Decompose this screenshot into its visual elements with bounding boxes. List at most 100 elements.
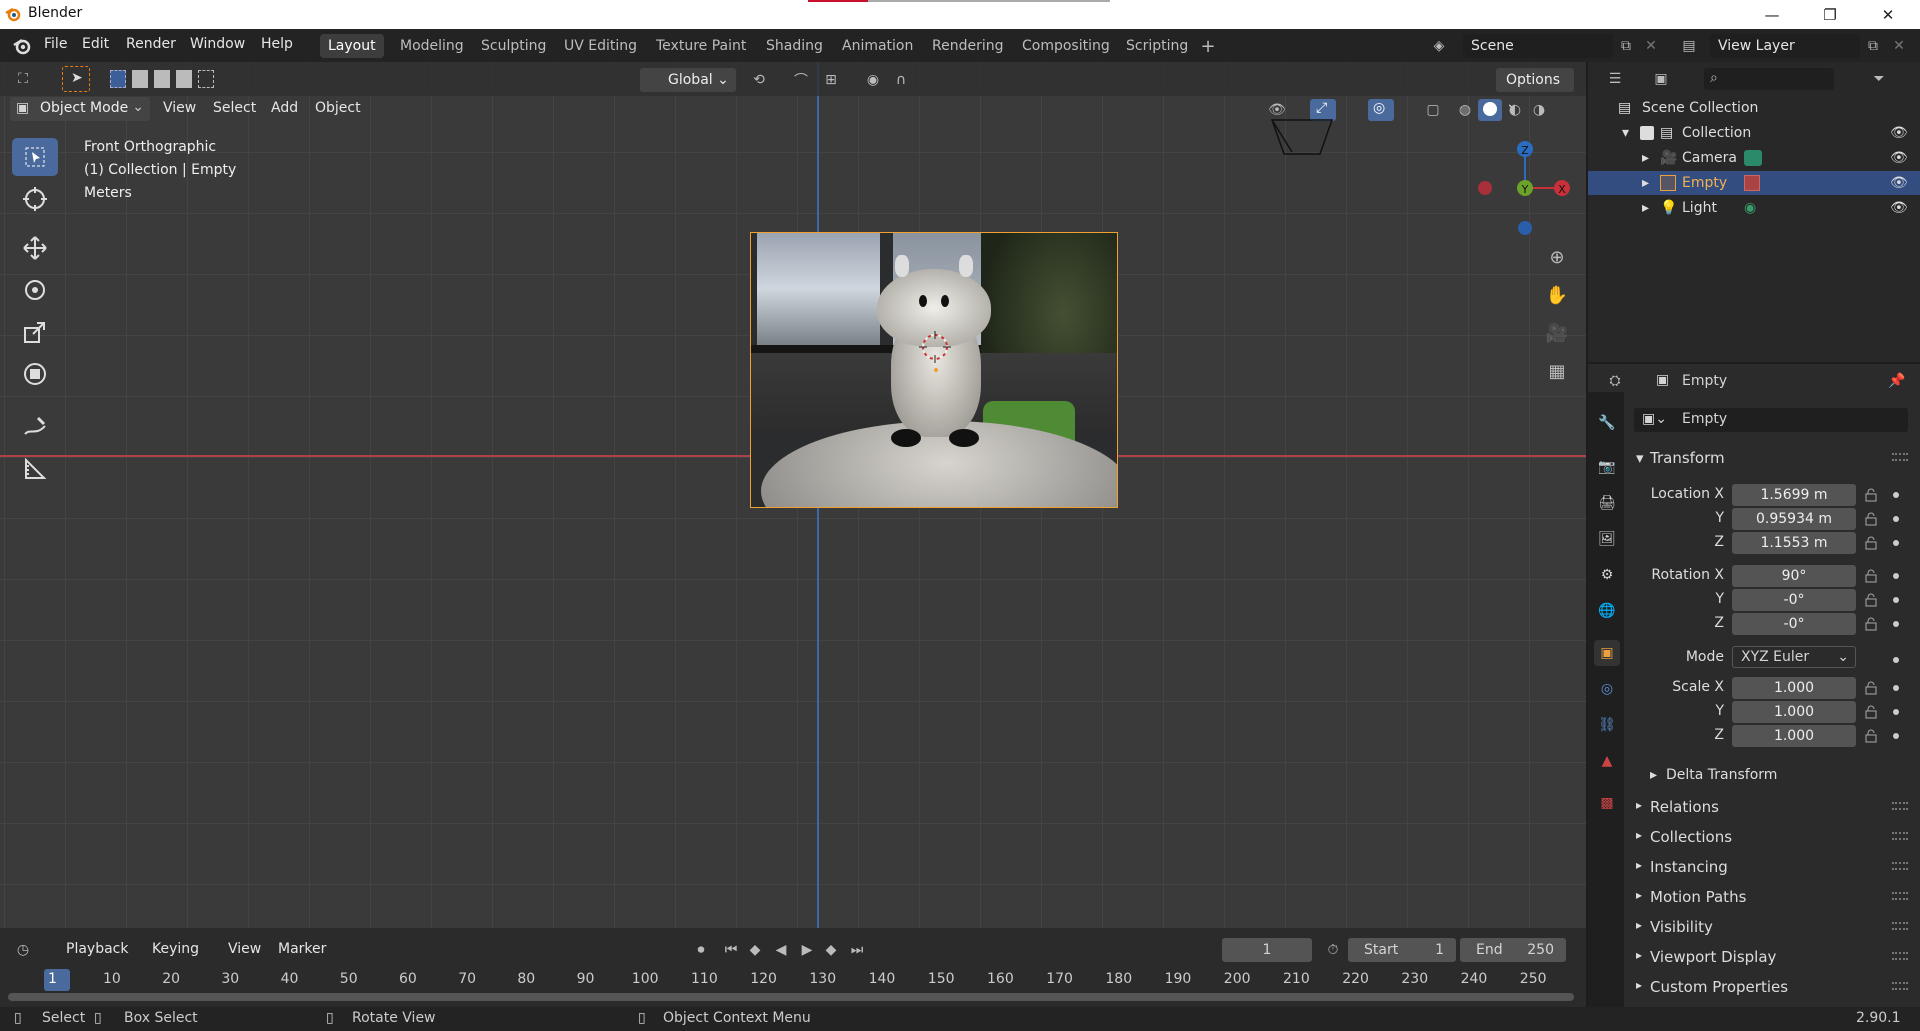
outliner-item-empty[interactable]: ▸ Empty 👁 — [1588, 171, 1920, 195]
expand-arrow-icon[interactable]: ▸ — [1642, 196, 1649, 220]
transform-tool-button[interactable] — [12, 355, 58, 393]
options-dropdown[interactable]: Options ⌄ — [1496, 68, 1574, 112]
object-mode-dropdown[interactable]: ▣ Object Mode ⌄ — [10, 97, 150, 121]
rotation-y-field[interactable]: -0° — [1732, 589, 1856, 611]
view-layer-icon[interactable]: ▤ — [1678, 35, 1700, 57]
drag-grip-icon[interactable] — [1892, 952, 1908, 960]
drag-grip-icon[interactable] — [1892, 453, 1908, 461]
lock-icon[interactable] — [1864, 593, 1878, 607]
drag-grip-icon[interactable] — [1892, 922, 1908, 930]
add-workspace-icon[interactable]: + — [1197, 35, 1219, 57]
eye-icon[interactable]: 👁 — [1890, 121, 1908, 145]
keyframe-dot[interactable] — [1893, 540, 1899, 546]
drag-grip-icon[interactable] — [1892, 802, 1908, 810]
play-icon[interactable]: ▶ — [796, 939, 818, 961]
new-view-layer-icon[interactable]: ⧉ — [1862, 35, 1884, 57]
scale-z-field[interactable]: 1.000 — [1732, 725, 1856, 747]
navigation-gizmo[interactable]: Y Z X — [1470, 135, 1580, 245]
panel-arrow-closed[interactable]: ▸ — [1636, 858, 1642, 872]
viewport-menu-select[interactable]: Select — [213, 100, 256, 116]
keyframe-dot[interactable] — [1893, 573, 1899, 579]
tab-layout[interactable]: Layout — [320, 34, 384, 58]
wireframe-shading-icon[interactable]: ◍ — [1454, 99, 1476, 121]
delete-view-layer-icon[interactable]: ✕ — [1888, 35, 1910, 57]
keyframe-dot[interactable] — [1893, 685, 1899, 691]
physics-tab-icon[interactable]: ◎ — [1594, 676, 1620, 702]
delete-scene-icon[interactable]: ✕ — [1640, 35, 1662, 57]
panel-arrow-closed[interactable]: ▸ — [1636, 978, 1642, 992]
expand-arrow-icon[interactable]: ▾ — [1622, 121, 1629, 145]
lock-icon[interactable] — [1864, 512, 1878, 526]
texture-tab-icon[interactable]: ▩ — [1594, 790, 1620, 816]
prev-keyframe-icon[interactable]: ◆ — [744, 939, 766, 961]
timeline-view-menu[interactable]: View — [228, 941, 261, 957]
annotate-tool-button[interactable] — [12, 408, 58, 446]
move-tool-button[interactable] — [12, 229, 58, 267]
menu-render[interactable]: Render — [126, 36, 176, 52]
tab-sculpting[interactable]: Sculpting — [473, 34, 554, 58]
outliner-collection[interactable]: ▾ ▤ Collection 👁 — [1588, 121, 1920, 145]
blender-menu-icon[interactable] — [12, 37, 32, 55]
panel-header-relations[interactable]: Relations — [1650, 798, 1719, 816]
keyframe-dot[interactable] — [1893, 733, 1899, 739]
location-x-field[interactable]: 1.5699 m — [1732, 484, 1856, 506]
lock-icon[interactable] — [1864, 705, 1878, 719]
lock-icon[interactable] — [1864, 569, 1878, 583]
collection-checkbox[interactable] — [1640, 126, 1654, 140]
tab-shading[interactable]: Shading — [758, 34, 831, 58]
minimize-button[interactable]: — — [1744, 0, 1800, 29]
material-shading-icon[interactable]: ◐ — [1504, 99, 1526, 121]
world-tab-icon[interactable]: 🌐 — [1594, 598, 1620, 624]
measure-tool-button[interactable] — [12, 450, 58, 488]
menu-edit[interactable]: Edit — [82, 36, 109, 52]
tab-uv-editing[interactable]: UV Editing — [556, 34, 645, 58]
keyframe-dot[interactable] — [1893, 597, 1899, 603]
xray-icon[interactable]: ▢ — [1422, 99, 1444, 121]
panel-header-collections[interactable]: Collections — [1650, 828, 1732, 846]
proportional-edit-icon[interactable]: ◉ — [862, 69, 884, 91]
expand-arrow-icon[interactable]: ▸ — [1642, 146, 1649, 170]
viewport-menu-view[interactable]: View — [163, 100, 196, 116]
properties-editor-type-icon[interactable]: ⛭ — [1604, 370, 1626, 392]
tab-texture-paint[interactable]: Texture Paint — [648, 34, 754, 58]
timeline-keying-menu[interactable]: Keying — [152, 941, 199, 957]
rotation-mode-dropdown[interactable]: XYZ Euler ⌄ — [1732, 646, 1856, 668]
record-icon[interactable]: ⏺ — [690, 939, 712, 961]
timer-icon[interactable]: ⏱ — [1322, 939, 1344, 961]
select-box-tool-button[interactable] — [12, 138, 58, 176]
panel-arrow-open[interactable]: ▾ — [1636, 449, 1644, 467]
panel-arrow-closed[interactable]: ▸ — [1636, 918, 1642, 932]
menu-window[interactable]: Window — [190, 36, 245, 52]
view-layer-field[interactable]: View Layer — [1710, 34, 1860, 58]
viewport-menu-add[interactable]: Add — [271, 100, 298, 116]
lock-icon[interactable] — [1864, 488, 1878, 502]
selection-mode-buttons[interactable] — [110, 70, 214, 88]
pivot-point-icon[interactable]: ⟲ — [748, 69, 770, 91]
overlay-toggle-icon[interactable]: ◎ — [1368, 99, 1394, 121]
panel-arrow-closed[interactable]: ▸ — [1636, 888, 1642, 902]
outliner-item-camera[interactable]: ▸ 🎥 Camera 👁 — [1588, 146, 1920, 170]
menu-help[interactable]: Help — [261, 36, 293, 52]
outliner-item-light[interactable]: ▸ 💡 Light ◉ 👁 — [1588, 196, 1920, 220]
keyframe-dot[interactable] — [1893, 657, 1899, 663]
object-data-tab-icon[interactable]: ▲ — [1594, 748, 1620, 774]
eye-icon[interactable]: 👁 — [1890, 196, 1908, 220]
camera-view-icon[interactable]: 🎥 — [1546, 322, 1568, 344]
timeline-scrollbar[interactable] — [8, 993, 1574, 1001]
panel-arrow-closed[interactable]: ▸ — [1636, 828, 1642, 842]
select-tool-icon[interactable]: ➤ — [62, 66, 90, 92]
location-y-field[interactable]: 0.95934 m — [1732, 508, 1856, 530]
tool-tab-icon[interactable]: 🔧 — [1594, 410, 1620, 436]
start-frame-field[interactable]: Start 1 — [1348, 938, 1456, 962]
drag-grip-icon[interactable] — [1892, 832, 1908, 840]
lock-icon[interactable] — [1864, 536, 1878, 550]
transform-orientation-dropdown[interactable]: Global ⌄ — [640, 68, 736, 92]
scale-x-field[interactable]: 1.000 — [1732, 677, 1856, 699]
panel-header-visibility[interactable]: Visibility — [1650, 918, 1713, 936]
snap-icon[interactable]: ⌒ — [790, 69, 812, 91]
tab-compositing[interactable]: Compositing — [1014, 34, 1118, 58]
current-frame-field[interactable]: 1 — [1222, 938, 1312, 962]
outliner-search-input[interactable]: ⌕ — [1704, 68, 1834, 90]
delta-transform-subpanel[interactable]: Delta Transform — [1666, 767, 1777, 783]
new-scene-icon[interactable]: ⧉ — [1615, 35, 1637, 57]
